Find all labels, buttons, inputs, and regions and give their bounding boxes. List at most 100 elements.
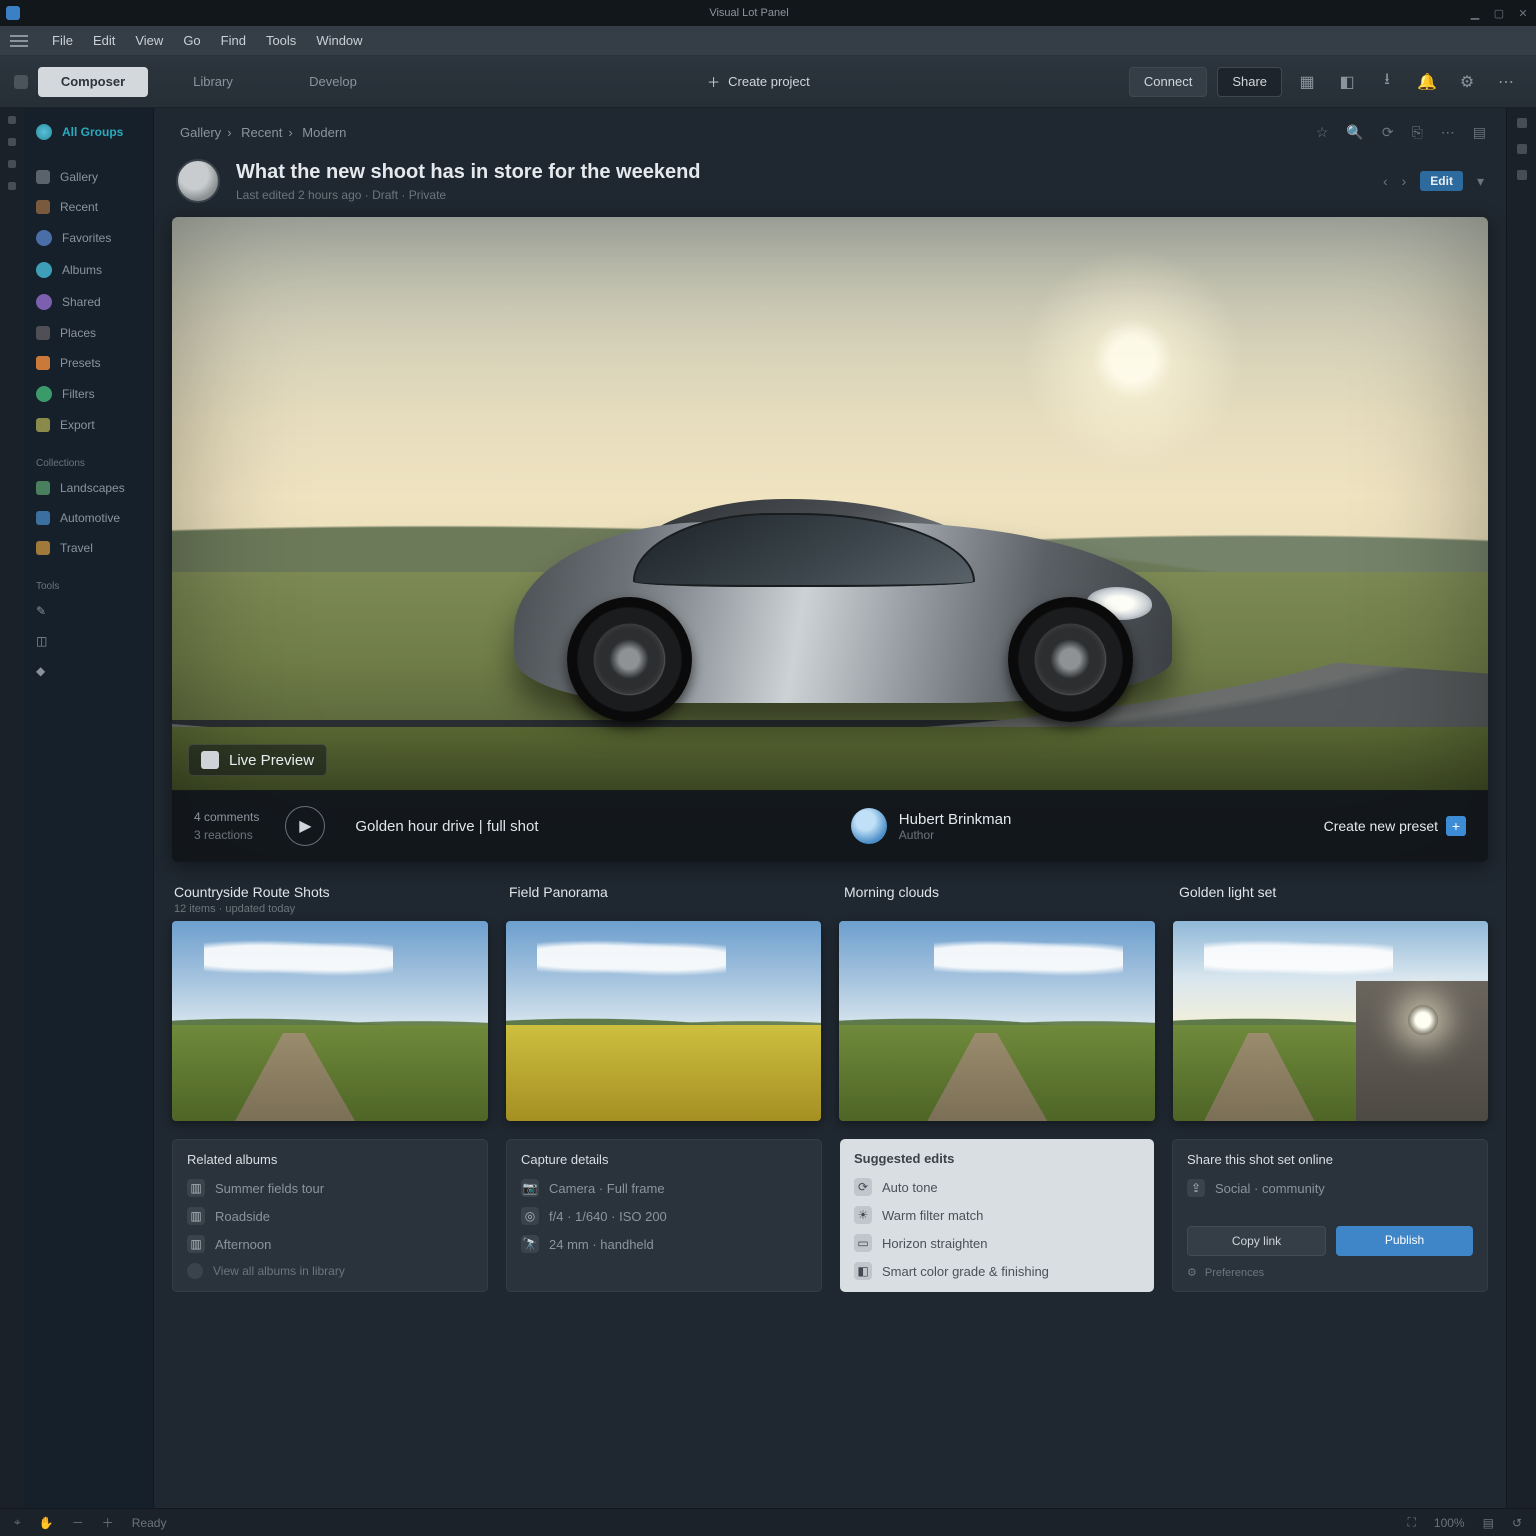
presets-icon: [36, 356, 50, 370]
list-item[interactable]: ⟳Auto tone: [854, 1178, 1140, 1196]
settings-icon[interactable]: ⚙: [1452, 67, 1482, 97]
sidebar-tool-shapes[interactable]: ◆: [24, 656, 153, 686]
thumbnail[interactable]: [172, 921, 488, 1121]
mini-rail-item[interactable]: [8, 116, 16, 124]
right-rail-item[interactable]: [1517, 118, 1527, 128]
right-rail-item[interactable]: [1517, 144, 1527, 154]
bookmark-icon[interactable]: ☆: [1316, 124, 1329, 141]
mini-rail-item[interactable]: [8, 160, 16, 168]
sidebar-item-export[interactable]: Export: [24, 410, 153, 440]
menu-edit[interactable]: Edit: [91, 31, 117, 50]
share-preferences[interactable]: Preferences: [1205, 1267, 1264, 1279]
copy-link-button[interactable]: Copy link: [1187, 1226, 1326, 1256]
copy-icon[interactable]: ⎘: [1412, 124, 1423, 141]
thumbnail[interactable]: [839, 921, 1155, 1121]
thumbnail[interactable]: [1173, 921, 1489, 1121]
list-item[interactable]: ▥Summer fields tour: [187, 1179, 473, 1197]
tool-bar: Composer Library Develop ＋ Create projec…: [0, 56, 1536, 108]
sidebar-item-landscapes[interactable]: Landscapes: [24, 473, 153, 503]
download-icon[interactable]: ⭳: [1372, 67, 1402, 97]
publish-button[interactable]: Publish: [1336, 1226, 1473, 1256]
hero-author[interactable]: Hubert Brinkman Author: [851, 808, 1012, 844]
grid-icon[interactable]: ▦: [1292, 67, 1322, 97]
close-icon[interactable]: ✕: [1516, 6, 1530, 20]
right-rail-item[interactable]: [1517, 170, 1527, 180]
sidebar-item-gallery[interactable]: Gallery: [24, 162, 153, 192]
layout-icon[interactable]: ◧: [1332, 67, 1362, 97]
sidebar-item-places[interactable]: Places: [24, 318, 153, 348]
list-item[interactable]: ◧Smart color grade & finishing: [854, 1262, 1140, 1280]
breadcrumb-c[interactable]: Modern: [302, 125, 346, 140]
sidebar-item-shared[interactable]: Shared: [24, 286, 153, 318]
panel-icon[interactable]: ▤: [1473, 124, 1486, 141]
more-icon[interactable]: ⋯: [1441, 124, 1455, 141]
list-item[interactable]: ▥Afternoon: [187, 1235, 473, 1253]
chevron-down-icon[interactable]: ▾: [1477, 173, 1484, 190]
workspace-icon[interactable]: [14, 75, 28, 89]
edit-badge[interactable]: Edit: [1420, 171, 1463, 191]
minimize-icon[interactable]: ▁: [1468, 6, 1482, 20]
menu-hamburger-icon[interactable]: [10, 35, 28, 47]
zoom-out-icon[interactable]: －: [72, 1514, 84, 1531]
kebab-icon[interactable]: ⋯: [1492, 67, 1522, 97]
tab-library[interactable]: Library: [158, 67, 268, 97]
list-item[interactable]: ▭Horizon straighten: [854, 1234, 1140, 1252]
fit-icon[interactable]: ⛶: [1407, 1515, 1415, 1530]
pointer-icon[interactable]: ⌖: [14, 1515, 21, 1530]
color-icon: ◧: [854, 1262, 872, 1280]
sidebar-item-presets[interactable]: Presets: [24, 348, 153, 378]
hero-chip[interactable]: Live Preview: [188, 744, 327, 776]
sidebar-item-label: Gallery: [60, 170, 98, 184]
sidebar-item-travel[interactable]: Travel: [24, 533, 153, 563]
refresh-icon[interactable]: ⟳: [1382, 124, 1394, 141]
menu-file[interactable]: File: [50, 31, 75, 50]
sidebar-item-favorites[interactable]: Favorites: [24, 222, 153, 254]
gear-icon[interactable]: ⚙: [1187, 1266, 1197, 1279]
sidebar-tool-crop[interactable]: ◫: [24, 626, 153, 656]
breadcrumb-b[interactable]: Recent: [241, 125, 282, 140]
hero-play-button[interactable]: ▶: [285, 806, 325, 846]
sidebar-item-filters[interactable]: Filters: [24, 378, 153, 410]
menu-find[interactable]: Find: [219, 31, 248, 50]
connect-button[interactable]: Connect: [1129, 67, 1207, 97]
sidebar-item-recent[interactable]: Recent: [24, 192, 153, 222]
list-item[interactable]: ☀Warm filter match: [854, 1206, 1140, 1224]
meta-card-title: Suggested edits: [854, 1151, 1140, 1166]
mini-rail-item[interactable]: [8, 138, 16, 146]
sidebar-item-automotive[interactable]: Automotive: [24, 503, 153, 533]
thumbnail[interactable]: [506, 921, 822, 1121]
menu-view[interactable]: View: [133, 31, 165, 50]
create-project-label: Create project: [728, 74, 810, 89]
search-icon[interactable]: 🔍: [1346, 124, 1363, 141]
hand-icon[interactable]: ✋: [39, 1516, 54, 1530]
row-header-sub: 12 items · updated today: [174, 903, 481, 915]
chevron-right-icon[interactable]: ›: [1402, 173, 1407, 189]
author-avatar[interactable]: [176, 159, 220, 203]
sidebar-tool-brush[interactable]: ✎: [24, 596, 153, 626]
layers-icon[interactable]: ▤: [1483, 1516, 1494, 1530]
tab-develop[interactable]: Develop: [278, 67, 388, 97]
sidebar-item-albums[interactable]: Albums: [24, 254, 153, 286]
zoom-in-icon[interactable]: ＋: [102, 1514, 114, 1531]
share-button[interactable]: Share: [1217, 67, 1282, 97]
menu-window[interactable]: Window: [314, 31, 364, 50]
list-item[interactable]: ▥Roadside: [187, 1207, 473, 1225]
hero-image[interactable]: Live Preview 4 comments 3 reactions ▶ Go…: [172, 217, 1488, 862]
breadcrumb-a[interactable]: Gallery: [180, 125, 221, 140]
mini-rail-item[interactable]: [8, 182, 16, 190]
maximize-icon[interactable]: ▢: [1492, 6, 1506, 20]
sidebar-all-groups[interactable]: All Groups: [24, 116, 153, 148]
tab-composer[interactable]: Composer: [38, 67, 148, 97]
bell-icon[interactable]: 🔔: [1412, 67, 1442, 97]
menu-tools[interactable]: Tools: [264, 31, 298, 50]
zoom-readout: 100%: [1434, 1516, 1465, 1530]
album-icon: ▥: [187, 1235, 205, 1253]
create-preset-button[interactable]: Create new preset +: [1324, 816, 1466, 836]
chevron-left-icon[interactable]: ‹: [1383, 173, 1388, 189]
shared-icon: [36, 294, 52, 310]
warm-icon: ☀: [854, 1206, 872, 1224]
meta-card-footer[interactable]: View all albums in library: [213, 1264, 345, 1278]
create-project-action[interactable]: ＋ Create project: [697, 68, 820, 95]
menu-go[interactable]: Go: [181, 31, 202, 50]
history-icon[interactable]: ↺: [1512, 1516, 1522, 1530]
